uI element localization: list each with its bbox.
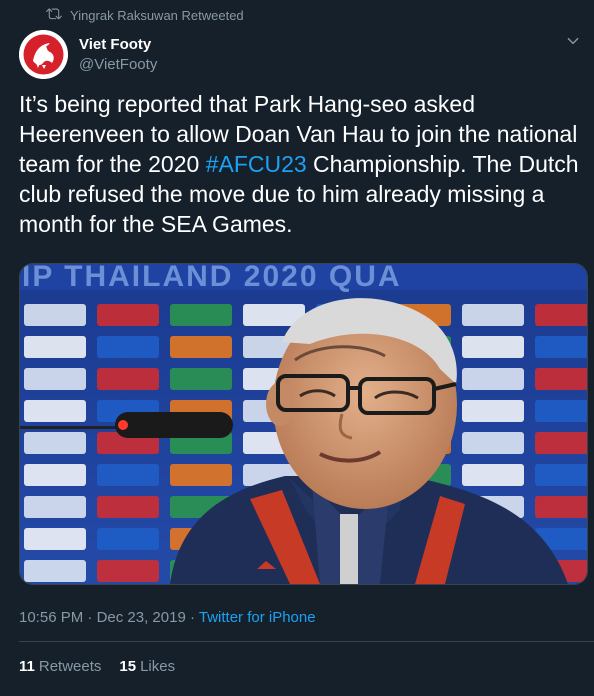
sponsor-tile [24,496,86,518]
retweet-context[interactable]: Yingrak Raksuwan Retweeted [46,5,244,25]
author-name[interactable]: Viet Footy [79,35,157,54]
retweets-stat[interactable]: 11 Retweets [19,658,101,675]
retweets-count: 11 [19,658,35,675]
meta-separator-2: · [185,609,199,626]
tweet-author[interactable]: Viet Footy @VietFooty [79,35,157,74]
retweet-icon [46,6,62,25]
tweet-text: It’s being reported that Park Hang-seo a… [19,89,579,239]
sponsor-tile [462,464,524,486]
sponsor-tile [24,400,86,422]
sponsor-tile [24,464,86,486]
likes-count: 15 [119,658,137,675]
sponsor-tile [24,368,86,390]
sponsor-tile [97,560,159,582]
tweet-date[interactable]: Dec 23, 2019 [97,609,186,626]
retweet-text: Yingrak Raksuwan Retweeted [70,7,244,23]
avatar[interactable] [19,30,68,79]
sponsor-tile [97,528,159,550]
sponsor-tile [535,400,587,422]
sponsor-tile [24,528,86,550]
sponsor-tile [170,368,232,390]
sponsor-tile [535,304,587,326]
chevron-down-icon [566,34,580,53]
likes-label: Likes [140,658,176,675]
sponsor-tile [24,336,86,358]
retweets-label: Retweets [38,658,102,675]
tweet-photo[interactable]: IP THAILAND 2020 QUA [19,263,588,585]
sponsor-tile [462,304,524,326]
sponsor-tile [462,400,524,422]
sponsor-tile [97,336,159,358]
sponsor-tile [97,368,159,390]
sponsor-tile [462,432,524,454]
sponsor-tile [535,368,587,390]
tweet-meta: 10:56 PM · Dec 23, 2019 · Twitter for iP… [19,609,316,626]
sponsor-tile [170,336,232,358]
sponsor-tile [535,496,587,518]
sponsor-tile [462,368,524,390]
sponsor-tile [170,464,232,486]
more-options-button[interactable] [564,34,582,52]
sponsor-tile [24,304,86,326]
tweet-time[interactable]: 10:56 PM [19,609,83,626]
likes-stat[interactable]: 15 Likes [119,658,175,675]
tweet-source-link[interactable]: Twitter for iPhone [199,609,316,626]
sponsor-tile [535,336,587,358]
sponsor-tile [97,496,159,518]
hashtag-link[interactable]: #AFCU23 [206,151,307,177]
sponsor-tile [535,464,587,486]
divider [19,641,594,642]
sponsor-tile [170,304,232,326]
sponsor-tile [24,432,86,454]
sponsor-tile [97,304,159,326]
sponsor-tile [24,560,86,582]
sponsor-tile [462,336,524,358]
meta-separator: · [83,609,97,626]
sponsor-tile [535,432,587,454]
author-handle[interactable]: @VietFooty [79,55,157,74]
tweet-stats: 11 Retweets 15 Likes [19,658,175,675]
sponsor-tile [97,464,159,486]
banner-text: IP THAILAND 2020 QUA [22,264,402,293]
